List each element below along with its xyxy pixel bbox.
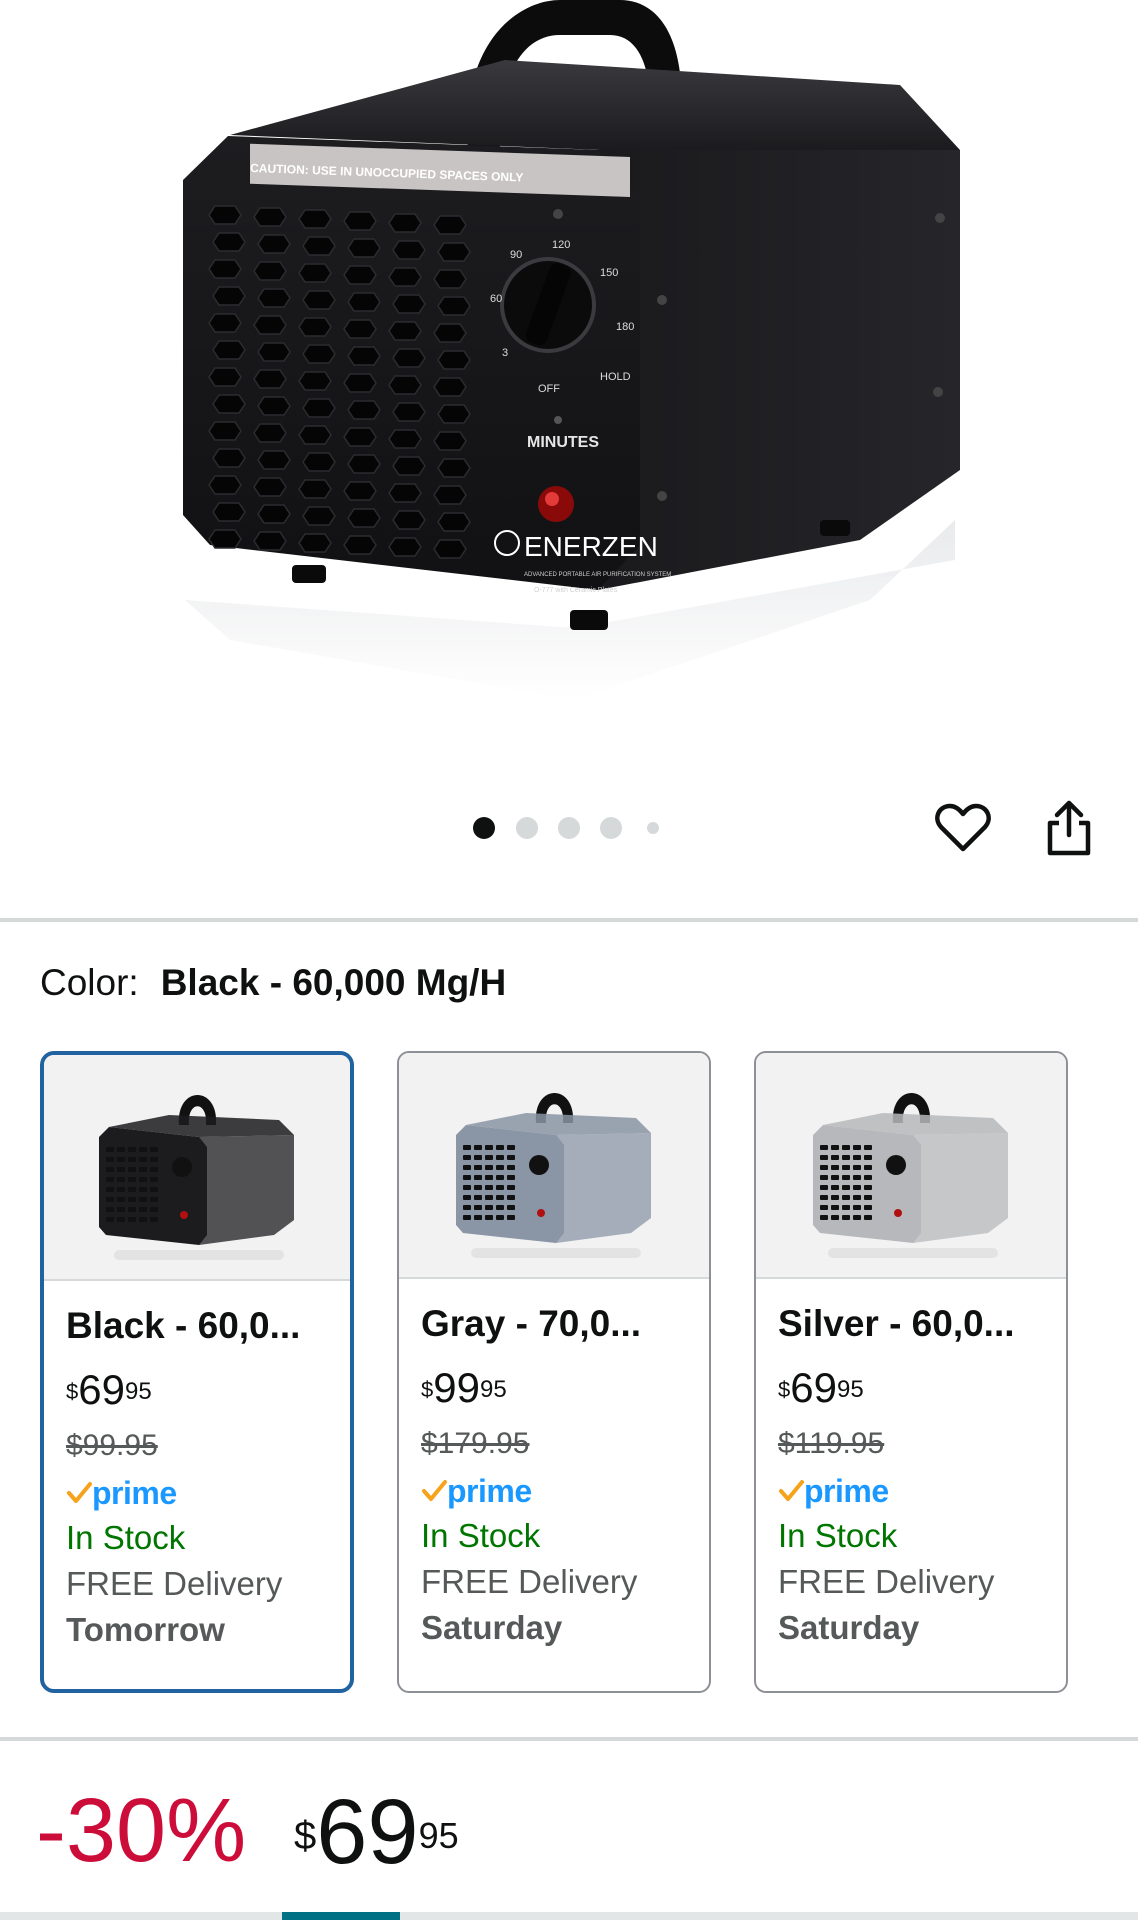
svg-text:90: 90 bbox=[510, 249, 522, 261]
color-option-silver[interactable]: Silver - 60,0... $6995 $119.95 prime In … bbox=[754, 1051, 1068, 1693]
discount-percentage: -30% bbox=[36, 1781, 247, 1881]
heart-icon bbox=[935, 803, 991, 852]
color-option-black[interactable]: Black - 60,0... $6995 $99.95 prime In St… bbox=[40, 1051, 354, 1693]
prime-badge: prime bbox=[778, 1471, 1056, 1511]
delivery-day: Saturday bbox=[421, 1609, 563, 1646]
option-thumbnail bbox=[399, 1053, 709, 1279]
option-price: $9995 bbox=[421, 1364, 507, 1411]
carousel-dot-4[interactable] bbox=[600, 817, 622, 839]
color-selector-label: Color: Black - 60,000 Mg/H bbox=[40, 962, 506, 1004]
brand-name: ENERZEN bbox=[524, 531, 658, 562]
carousel-dot-5[interactable] bbox=[647, 822, 659, 834]
option-name: Black - 60,0... bbox=[66, 1305, 301, 1346]
model-label: O-777 with Ceramic Plates bbox=[534, 587, 618, 594]
svg-text:150: 150 bbox=[600, 267, 618, 279]
carousel-dot-1[interactable] bbox=[473, 817, 495, 839]
current-price: $6995 bbox=[294, 1781, 459, 1883]
prime-badge: prime bbox=[66, 1473, 340, 1513]
wishlist-button[interactable] bbox=[931, 796, 995, 860]
option-list-price: $179.95 bbox=[421, 1427, 530, 1460]
product-hero-image[interactable]: CAUTION: USE IN UNOCCUPIED SPACES ONLY 9… bbox=[0, 0, 1138, 790]
stock-status: In Stock bbox=[66, 1519, 186, 1556]
option-thumbnail bbox=[756, 1053, 1066, 1279]
stock-status: In Stock bbox=[421, 1517, 541, 1554]
option-price: $6995 bbox=[66, 1366, 152, 1413]
prime-check-icon bbox=[779, 1480, 804, 1501]
delivery-label: FREE Delivery bbox=[778, 1563, 995, 1600]
brand-tagline: ADVANCED PORTABLE AIR PURIFICATION SYSTE… bbox=[524, 572, 671, 578]
svg-text:120: 120 bbox=[552, 239, 570, 251]
color-label: Color: bbox=[40, 962, 139, 1003]
share-icon bbox=[1047, 800, 1091, 856]
section-divider bbox=[0, 1737, 1138, 1741]
carousel-dot-2[interactable] bbox=[516, 817, 538, 839]
option-name: Silver - 60,0... bbox=[778, 1303, 1015, 1344]
stock-status: In Stock bbox=[778, 1517, 898, 1554]
option-list-price: $119.95 bbox=[778, 1427, 885, 1460]
carousel-dot-3[interactable] bbox=[558, 817, 580, 839]
option-thumbnail bbox=[44, 1055, 350, 1281]
delivery-day: Tomorrow bbox=[66, 1611, 225, 1648]
color-option-gray[interactable]: Gray - 70,0... $9995 $179.95 prime In St… bbox=[397, 1051, 711, 1693]
scroll-indicator-thumb bbox=[282, 1912, 400, 1920]
prime-check-icon bbox=[67, 1482, 92, 1503]
delivery-day: Saturday bbox=[778, 1609, 920, 1646]
delivery-label: FREE Delivery bbox=[421, 1563, 638, 1600]
prime-badge: prime bbox=[421, 1471, 699, 1511]
option-name: Gray - 70,0... bbox=[421, 1303, 642, 1344]
svg-text:60: 60 bbox=[490, 293, 502, 305]
option-list-price: $99.95 bbox=[66, 1429, 158, 1462]
svg-text:HOLD: HOLD bbox=[600, 371, 631, 383]
svg-text:3: 3 bbox=[502, 347, 508, 359]
svg-text:OFF: OFF bbox=[538, 383, 560, 395]
scroll-indicator-track bbox=[0, 1912, 1138, 1920]
section-divider bbox=[0, 918, 1138, 922]
option-price: $6995 bbox=[778, 1364, 864, 1411]
delivery-label: FREE Delivery bbox=[66, 1565, 283, 1602]
share-button[interactable] bbox=[1037, 796, 1101, 860]
svg-text:180: 180 bbox=[616, 321, 634, 333]
selected-color-value: Black - 60,000 Mg/H bbox=[160, 962, 507, 1003]
prime-check-icon bbox=[422, 1480, 447, 1501]
minutes-label: MINUTES bbox=[527, 434, 599, 451]
